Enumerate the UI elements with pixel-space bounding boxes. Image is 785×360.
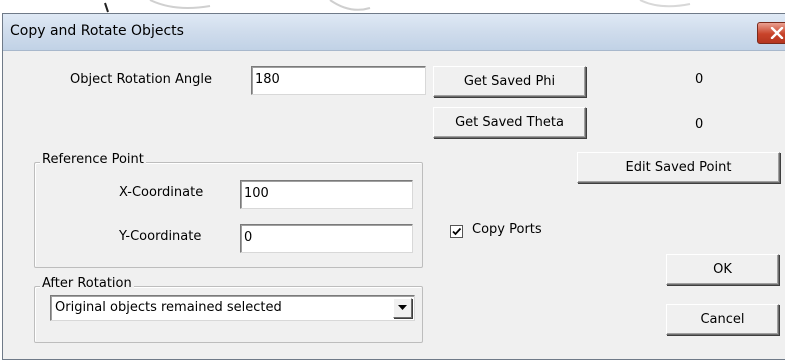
x-coordinate-label: X-Coordinate [119, 185, 204, 200]
dialog-title: Copy and Rotate Objects [10, 23, 184, 39]
saved-theta-value: 0 [695, 117, 704, 132]
ok-button[interactable]: OK [666, 254, 779, 285]
reference-point-legend: Reference Point [40, 152, 146, 167]
chevron-down-icon [398, 305, 407, 310]
dropdown-arrow-button[interactable] [393, 298, 412, 318]
after-rotation-dropdown[interactable]: Original objects remained selected [50, 295, 415, 321]
cancel-button[interactable]: Cancel [666, 304, 779, 335]
after-rotation-selected: Original objects remained selected [55, 300, 282, 315]
y-coordinate-input[interactable]: 0 [240, 224, 413, 253]
copy-rotate-dialog: Copy and Rotate Objects Object Rotation … [2, 13, 785, 360]
get-saved-theta-button[interactable]: Get Saved Theta [433, 107, 586, 138]
copy-ports-label: Copy Ports [472, 222, 542, 237]
after-rotation-legend: After Rotation [40, 276, 134, 291]
close-icon [770, 27, 784, 39]
close-button[interactable] [757, 22, 785, 44]
copy-ports-checkbox[interactable] [450, 225, 463, 238]
rotation-angle-label: Object Rotation Angle [70, 72, 212, 87]
titlebar: Copy and Rotate Objects [3, 14, 785, 51]
rotation-angle-input[interactable]: 180 [251, 66, 426, 95]
edit-saved-point-button[interactable]: Edit Saved Point [577, 152, 780, 183]
saved-phi-value: 0 [695, 72, 704, 87]
checkmark-icon [452, 227, 462, 236]
x-coordinate-input[interactable]: 100 [240, 180, 413, 209]
y-coordinate-label: Y-Coordinate [119, 229, 202, 244]
get-saved-phi-button[interactable]: Get Saved Phi [433, 66, 586, 97]
